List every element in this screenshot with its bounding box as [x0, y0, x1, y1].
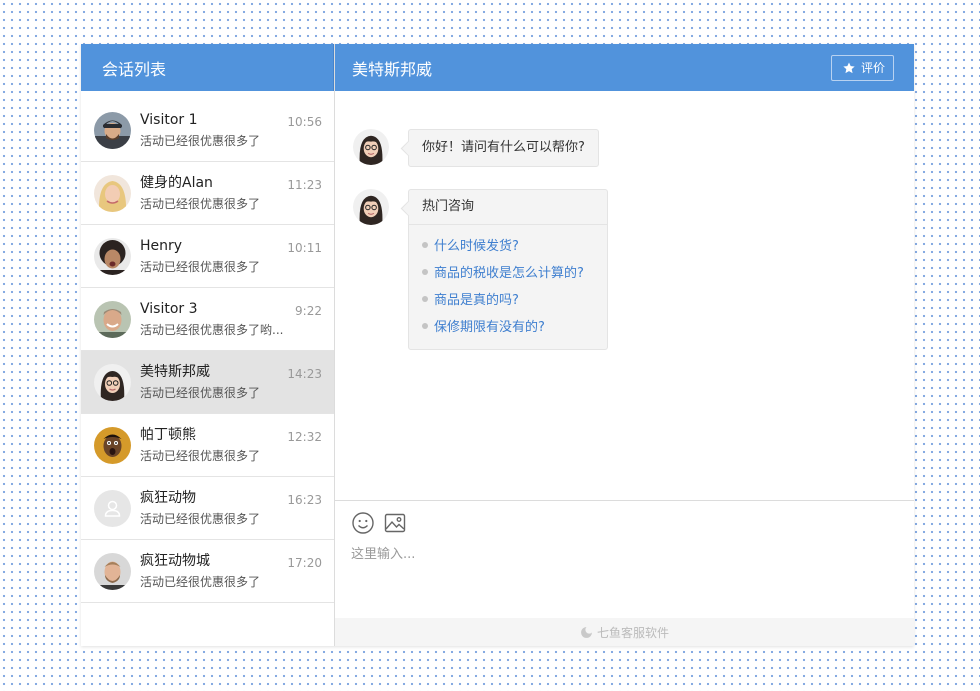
hot-question-link[interactable]: 商品是真的吗?	[422, 285, 607, 312]
conversation-time: 11:23	[287, 178, 322, 192]
star-icon	[843, 61, 855, 73]
hot-questions-card: 热门咨询 什么时候发货? 商品的税收是怎么计算的? 商品是真的吗? 保修期限有没…	[408, 189, 608, 350]
rate-label: 评价	[860, 61, 885, 75]
bullet-icon	[422, 322, 428, 329]
conversation-preview: 活动已经很优惠很多了	[140, 260, 261, 274]
avatar-placeholder-icon	[94, 489, 131, 527]
conversation-preview: 活动已经很优惠很多了	[140, 575, 261, 589]
conversation-time: 10:11	[287, 241, 322, 255]
hot-question-link[interactable]: 保修期限有没有的?	[422, 312, 607, 339]
conversation-item[interactable]: Henry 活动已经很优惠很多了 10:11	[81, 225, 334, 288]
footer-brand: 七鱼客服软件	[596, 625, 669, 640]
conversation-preview: 活动已经很优惠很多了	[140, 197, 261, 211]
avatar	[94, 426, 131, 464]
message-input[interactable]	[351, 543, 898, 603]
conversation-item[interactable]: 疯狂动物 活动已经很优惠很多了 16:23	[81, 477, 334, 540]
bullet-icon	[422, 241, 428, 248]
composer-toolbar	[351, 511, 898, 535]
conversation-item-active[interactable]: 美特斯邦威 活动已经很优惠很多了 14:23	[81, 351, 334, 414]
conversation-item[interactable]: 健身的Alan 活动已经很优惠很多了 11:23	[81, 162, 334, 225]
avatar	[94, 552, 131, 590]
hot-questions-title: 热门咨询	[409, 190, 607, 225]
agent-avatar	[353, 129, 389, 165]
conversation-time: 16:23	[287, 493, 322, 507]
chat-window: 会话列表 Visitor 1 活动已经很优惠很多了 10:56 健身的Alan	[81, 44, 914, 646]
conversation-list: Visitor 1 活动已经很优惠很多了 10:56 健身的Alan 活动已经很…	[81, 91, 334, 646]
avatar	[94, 363, 131, 401]
conversation-time: 14:23	[287, 367, 322, 381]
avatar	[94, 174, 131, 212]
conversation-item[interactable]: Visitor 1 活动已经很优惠很多了 10:56	[81, 99, 334, 162]
agent-avatar	[353, 189, 389, 225]
avatar	[94, 237, 131, 275]
message-composer	[335, 501, 914, 618]
conversation-preview: 活动已经很优惠很多了	[140, 449, 261, 463]
conversation-preview: 活动已经很优惠很多了	[140, 386, 261, 400]
conversation-time: 12:32	[287, 430, 322, 444]
emoji-icon[interactable]	[351, 511, 375, 535]
conversation-item[interactable]: 疯狂动物城 活动已经很优惠很多了 17:20	[81, 540, 334, 603]
chat-title: 美特斯邦威	[352, 59, 433, 79]
conversation-time: 9:22	[295, 304, 322, 318]
hot-question-link[interactable]: 商品的税收是怎么计算的?	[422, 258, 607, 285]
conversation-preview: 活动已经很优惠很多了哟...	[140, 323, 284, 337]
conversation-time: 10:56	[287, 115, 322, 129]
message-row: 热门咨询 什么时候发货? 商品的税收是怎么计算的? 商品是真的吗? 保修期限有没…	[353, 189, 914, 350]
rate-button[interactable]: 评价	[830, 54, 894, 81]
footer: 七鱼客服软件	[335, 618, 914, 646]
conversation-time: 17:20	[287, 556, 322, 570]
chat-panel: 美特斯邦威 评价 你好！请问有什么可以帮你? 热门咨询 什么时候发货? 商品的税…	[335, 44, 914, 646]
image-icon[interactable]	[383, 511, 407, 535]
bullet-icon	[422, 268, 428, 275]
sidebar-title: 会话列表	[81, 44, 334, 91]
conversation-item[interactable]: 帕丁顿熊 活动已经很优惠很多了 12:32	[81, 414, 334, 477]
conversation-preview: 活动已经很优惠很多了	[140, 134, 261, 148]
bullet-icon	[422, 295, 428, 302]
avatar	[94, 111, 131, 149]
qiyu-logo-icon	[581, 626, 592, 638]
greeting-message: 你好！请问有什么可以帮你?	[408, 129, 599, 167]
message-row: 你好！请问有什么可以帮你?	[353, 129, 914, 167]
chat-header: 美特斯邦威 评价	[335, 44, 914, 91]
conversation-item[interactable]: Visitor 3 活动已经很优惠很多了哟... 9:22	[81, 288, 334, 351]
conversation-preview: 活动已经很优惠很多了	[140, 512, 261, 526]
avatar	[94, 300, 131, 338]
hot-question-link[interactable]: 什么时候发货?	[422, 231, 607, 258]
hot-questions-list: 什么时候发货? 商品的税收是怎么计算的? 商品是真的吗? 保修期限有没有的?	[409, 225, 607, 349]
conversation-sidebar: 会话列表 Visitor 1 活动已经很优惠很多了 10:56 健身的Alan	[81, 44, 335, 646]
message-list: 你好！请问有什么可以帮你? 热门咨询 什么时候发货? 商品的税收是怎么计算的? …	[335, 91, 914, 501]
